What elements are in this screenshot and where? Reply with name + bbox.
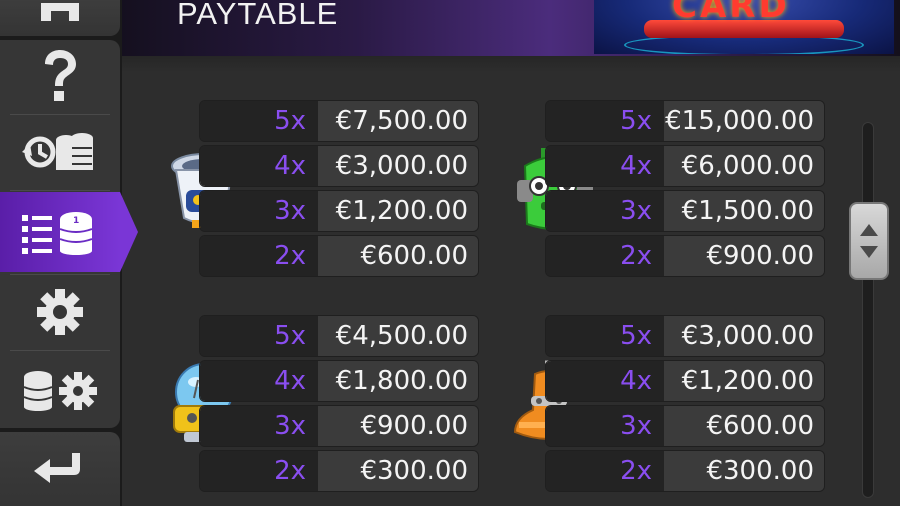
payout-row: 5x €4,500.00	[199, 315, 479, 357]
question-mark-icon	[45, 50, 76, 101]
game-logo: CARD	[594, 0, 894, 54]
home-icon	[41, 3, 79, 21]
settings-button[interactable]	[0, 276, 120, 348]
scrollbar-thumb[interactable]	[849, 202, 889, 280]
multiplier: 5x	[200, 101, 318, 141]
prize-value: €300.00	[664, 451, 824, 491]
multiplier: 3x	[546, 191, 664, 231]
scroll-up-icon[interactable]	[860, 224, 878, 236]
gear-icon	[37, 289, 83, 335]
prize-value: €900.00	[664, 236, 824, 276]
prize-value: €1,500.00	[664, 191, 824, 231]
header-bar: PAYTABLE CARD	[122, 0, 900, 56]
prize-value: €3,000.00	[318, 146, 478, 186]
prize-value: €900.00	[318, 406, 478, 446]
prize-value: €7,500.00	[318, 101, 478, 141]
payout-row: 2x €300.00	[199, 450, 479, 492]
payout-row: 2x €900.00	[545, 235, 825, 277]
multiplier: 2x	[200, 236, 318, 276]
payout-row: 4x €1,200.00	[545, 360, 825, 402]
prize-value: €6,000.00	[664, 146, 824, 186]
paytable-button[interactable]: 1	[0, 192, 120, 272]
prize-value: €1,800.00	[318, 361, 478, 401]
page-title: PAYTABLE	[177, 0, 339, 31]
header-shadow	[122, 56, 900, 72]
back-button[interactable]	[0, 432, 120, 506]
paytable-card-orange-robot: 5x €3,000.00 4x €1,200.00 3x €600.00 2x …	[545, 315, 825, 495]
multiplier: 3x	[200, 406, 318, 446]
prize-value: €1,200.00	[664, 361, 824, 401]
prize-value: €15,000.00	[664, 101, 824, 141]
multiplier: 2x	[546, 236, 664, 276]
paytable-screen: 1 PAYTABLE CARD 5x €7,500.00 4x €3,000.0…	[0, 0, 900, 506]
payout-row: 3x €1,200.00	[199, 190, 479, 232]
paytable-card-green-robot: 5x €15,000.00 4x €6,000.00 3x €1,500.00 …	[545, 100, 825, 280]
scrollbar-track[interactable]	[862, 122, 874, 498]
prize-value: €1,200.00	[318, 191, 478, 231]
svg-text:1: 1	[73, 216, 79, 226]
paytable-card-yellow-robot: 5x €4,500.00 4x €1,800.00 3x €900.00 2x …	[199, 315, 479, 495]
multiplier: 2x	[546, 451, 664, 491]
prize-value: €600.00	[664, 406, 824, 446]
prize-value: €600.00	[318, 236, 478, 276]
payout-row: 4x €1,800.00	[199, 360, 479, 402]
help-button[interactable]	[0, 40, 120, 112]
multiplier: 4x	[546, 146, 664, 186]
multiplier: 3x	[546, 406, 664, 446]
multiplier: 2x	[200, 451, 318, 491]
payout-row: 5x €7,500.00	[199, 100, 479, 142]
multiplier: 5x	[546, 101, 664, 141]
multiplier: 4x	[546, 361, 664, 401]
payout-row: 4x €3,000.00	[199, 145, 479, 187]
history-button[interactable]	[0, 116, 120, 188]
prize-value: €300.00	[318, 451, 478, 491]
paytable-card-white-robot: 5x €7,500.00 4x €3,000.00 3x €1,200.00 2…	[199, 100, 479, 280]
scroll-down-icon[interactable]	[860, 246, 878, 258]
sidebar: 1	[0, 0, 138, 506]
multiplier: 4x	[200, 361, 318, 401]
payout-row: 2x €600.00	[199, 235, 479, 277]
payout-row: 3x €600.00	[545, 405, 825, 447]
payout-row: 4x €6,000.00	[545, 145, 825, 187]
history-coins-icon	[22, 133, 93, 170]
payout-row: 5x €15,000.00	[545, 100, 825, 142]
bet-settings-button[interactable]	[0, 352, 120, 428]
prize-value: €4,500.00	[318, 316, 478, 356]
paytable-list-coins-icon: 1	[22, 212, 93, 255]
sidebar-menu: 1	[0, 40, 138, 428]
prize-value: €3,000.00	[664, 316, 824, 356]
multiplier: 4x	[200, 146, 318, 186]
payout-row: 5x €3,000.00	[545, 315, 825, 357]
multiplier: 3x	[200, 191, 318, 231]
coins-gear-icon	[23, 371, 97, 411]
back-arrow-icon	[34, 453, 80, 483]
multiplier: 5x	[546, 316, 664, 356]
payout-row: 2x €300.00	[545, 450, 825, 492]
multiplier: 5x	[200, 316, 318, 356]
payout-row: 3x €900.00	[199, 405, 479, 447]
home-button[interactable]	[0, 0, 120, 36]
payout-row: 3x €1,500.00	[545, 190, 825, 232]
logo-text: CARD	[672, 0, 790, 26]
